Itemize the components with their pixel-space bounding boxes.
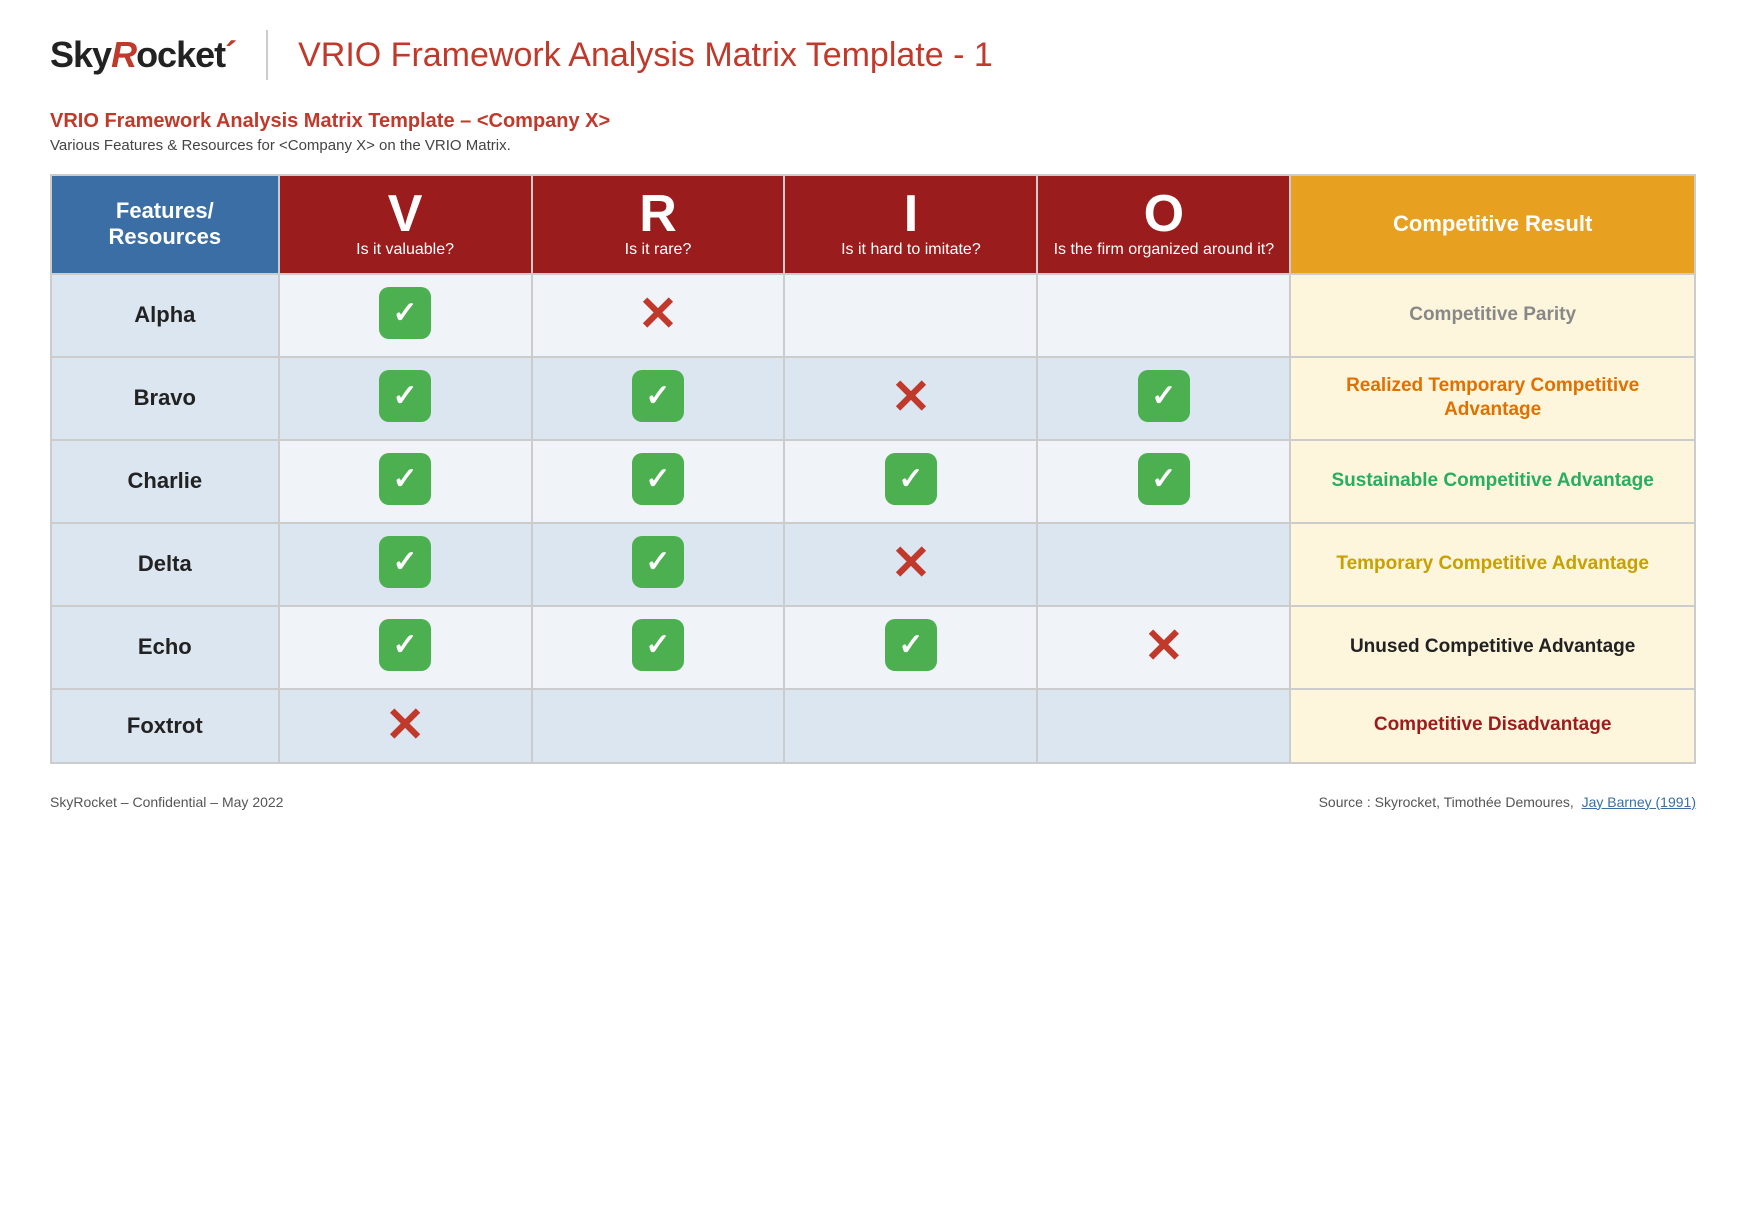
logo-r: R bbox=[111, 34, 136, 75]
page-footer: SkyRocket – Confidential – May 2022 Sour… bbox=[50, 794, 1696, 810]
cell-o-alpha bbox=[1037, 274, 1290, 357]
row-label-echo: Echo bbox=[51, 606, 279, 689]
table-row: Echo ✕ Unused Competitive Advantage bbox=[51, 606, 1695, 689]
row-label-charlie: Charlie bbox=[51, 440, 279, 523]
subtitle-description: Various Features & Resources for <Compan… bbox=[50, 137, 1696, 154]
result-cell-delta: Temporary Competitive Advantage bbox=[1290, 523, 1695, 606]
result-text-delta: Temporary Competitive Advantage bbox=[1336, 553, 1649, 574]
cell-i-foxtrot bbox=[784, 689, 1037, 763]
cell-r-foxtrot bbox=[532, 689, 785, 763]
check-icon bbox=[1138, 453, 1190, 505]
cell-v-bravo bbox=[279, 357, 532, 440]
cross-icon: ✕ bbox=[638, 291, 678, 339]
th-result: Competitive Result bbox=[1290, 175, 1695, 274]
cell-v-alpha bbox=[279, 274, 532, 357]
cell-o-foxtrot bbox=[1037, 689, 1290, 763]
table-row: Delta ✕ Temporary Competitive Advantage bbox=[51, 523, 1695, 606]
check-icon bbox=[632, 536, 684, 588]
check-icon bbox=[379, 453, 431, 505]
result-text-foxtrot: Competitive Disadvantage bbox=[1374, 714, 1612, 735]
footer-left: SkyRocket – Confidential – May 2022 bbox=[50, 794, 283, 810]
cross-icon: ✕ bbox=[891, 540, 931, 588]
cell-v-echo bbox=[279, 606, 532, 689]
check-icon bbox=[379, 536, 431, 588]
cell-r-delta bbox=[532, 523, 785, 606]
cell-i-echo bbox=[784, 606, 1037, 689]
header-divider bbox=[266, 30, 268, 80]
cell-r-charlie bbox=[532, 440, 785, 523]
row-label-alpha: Alpha bbox=[51, 274, 279, 357]
check-icon bbox=[379, 370, 431, 422]
cell-r-alpha: ✕ bbox=[532, 274, 785, 357]
cross-icon: ✕ bbox=[891, 374, 931, 422]
page-title: VRIO Framework Analysis Matrix Template … bbox=[298, 36, 993, 75]
cross-icon: ✕ bbox=[385, 702, 425, 750]
result-text-alpha: Competitive Parity bbox=[1409, 304, 1576, 325]
result-cell-charlie: Sustainable Competitive Advantage bbox=[1290, 440, 1695, 523]
result-cell-echo: Unused Competitive Advantage bbox=[1290, 606, 1695, 689]
cell-o-bravo bbox=[1037, 357, 1290, 440]
cell-v-foxtrot: ✕ bbox=[279, 689, 532, 763]
table-row: Charlie Sustainable Competitive Advantag… bbox=[51, 440, 1695, 523]
table-row: Alpha ✕ Competitive Parity bbox=[51, 274, 1695, 357]
footer-right: Source : Skyrocket, Timothée Demoures, J… bbox=[1319, 794, 1696, 810]
row-label-foxtrot: Foxtrot bbox=[51, 689, 279, 763]
subtitle-section: VRIO Framework Analysis Matrix Template … bbox=[50, 110, 1696, 154]
th-o: O Is the firm organized around it? bbox=[1037, 175, 1290, 274]
cell-i-charlie bbox=[784, 440, 1037, 523]
result-text-charlie: Sustainable Competitive Advantage bbox=[1331, 470, 1653, 491]
logo: SkyRocket´ bbox=[50, 34, 236, 76]
vrio-matrix-table: Features/ Resources V Is it valuable? R … bbox=[50, 174, 1696, 764]
table-row: Bravo ✕ Realized Temporary Competitive A… bbox=[51, 357, 1695, 440]
footer-link[interactable]: Jay Barney (1991) bbox=[1582, 794, 1696, 810]
check-icon bbox=[632, 453, 684, 505]
check-icon bbox=[885, 453, 937, 505]
cell-r-bravo bbox=[532, 357, 785, 440]
cell-o-charlie bbox=[1037, 440, 1290, 523]
cell-i-alpha bbox=[784, 274, 1037, 357]
th-features: Features/ Resources bbox=[51, 175, 279, 274]
check-icon bbox=[632, 370, 684, 422]
check-icon bbox=[379, 619, 431, 671]
page-header: SkyRocket´ VRIO Framework Analysis Matri… bbox=[50, 30, 1696, 90]
result-cell-bravo: Realized Temporary Competitive Advantage bbox=[1290, 357, 1695, 440]
row-label-bravo: Bravo bbox=[51, 357, 279, 440]
th-i: I Is it hard to imitate? bbox=[784, 175, 1037, 274]
th-r: R Is it rare? bbox=[532, 175, 785, 274]
logo-rocket: ocket bbox=[136, 34, 225, 75]
cell-i-bravo: ✕ bbox=[784, 357, 1037, 440]
result-text-echo: Unused Competitive Advantage bbox=[1350, 636, 1635, 657]
result-text-bravo: Realized Temporary Competitive Advantage bbox=[1346, 375, 1639, 421]
cell-i-delta: ✕ bbox=[784, 523, 1037, 606]
subtitle-title: VRIO Framework Analysis Matrix Template … bbox=[50, 110, 1696, 133]
th-v: V Is it valuable? bbox=[279, 175, 532, 274]
cell-r-echo bbox=[532, 606, 785, 689]
result-cell-alpha: Competitive Parity bbox=[1290, 274, 1695, 357]
table-row: Foxtrot ✕ Competitive Disadvantage bbox=[51, 689, 1695, 763]
cell-v-delta bbox=[279, 523, 532, 606]
check-icon bbox=[885, 619, 937, 671]
table-header-row: Features/ Resources V Is it valuable? R … bbox=[51, 175, 1695, 274]
result-cell-foxtrot: Competitive Disadvantage bbox=[1290, 689, 1695, 763]
row-label-delta: Delta bbox=[51, 523, 279, 606]
cell-o-delta bbox=[1037, 523, 1290, 606]
cell-v-charlie bbox=[279, 440, 532, 523]
footer-source-text: Source : Skyrocket, Timothée Demoures, bbox=[1319, 794, 1574, 810]
check-icon bbox=[379, 287, 431, 339]
cell-o-echo: ✕ bbox=[1037, 606, 1290, 689]
check-icon bbox=[632, 619, 684, 671]
logo-sky: Sky bbox=[50, 34, 111, 75]
check-icon bbox=[1138, 370, 1190, 422]
cross-icon: ✕ bbox=[1144, 623, 1184, 671]
